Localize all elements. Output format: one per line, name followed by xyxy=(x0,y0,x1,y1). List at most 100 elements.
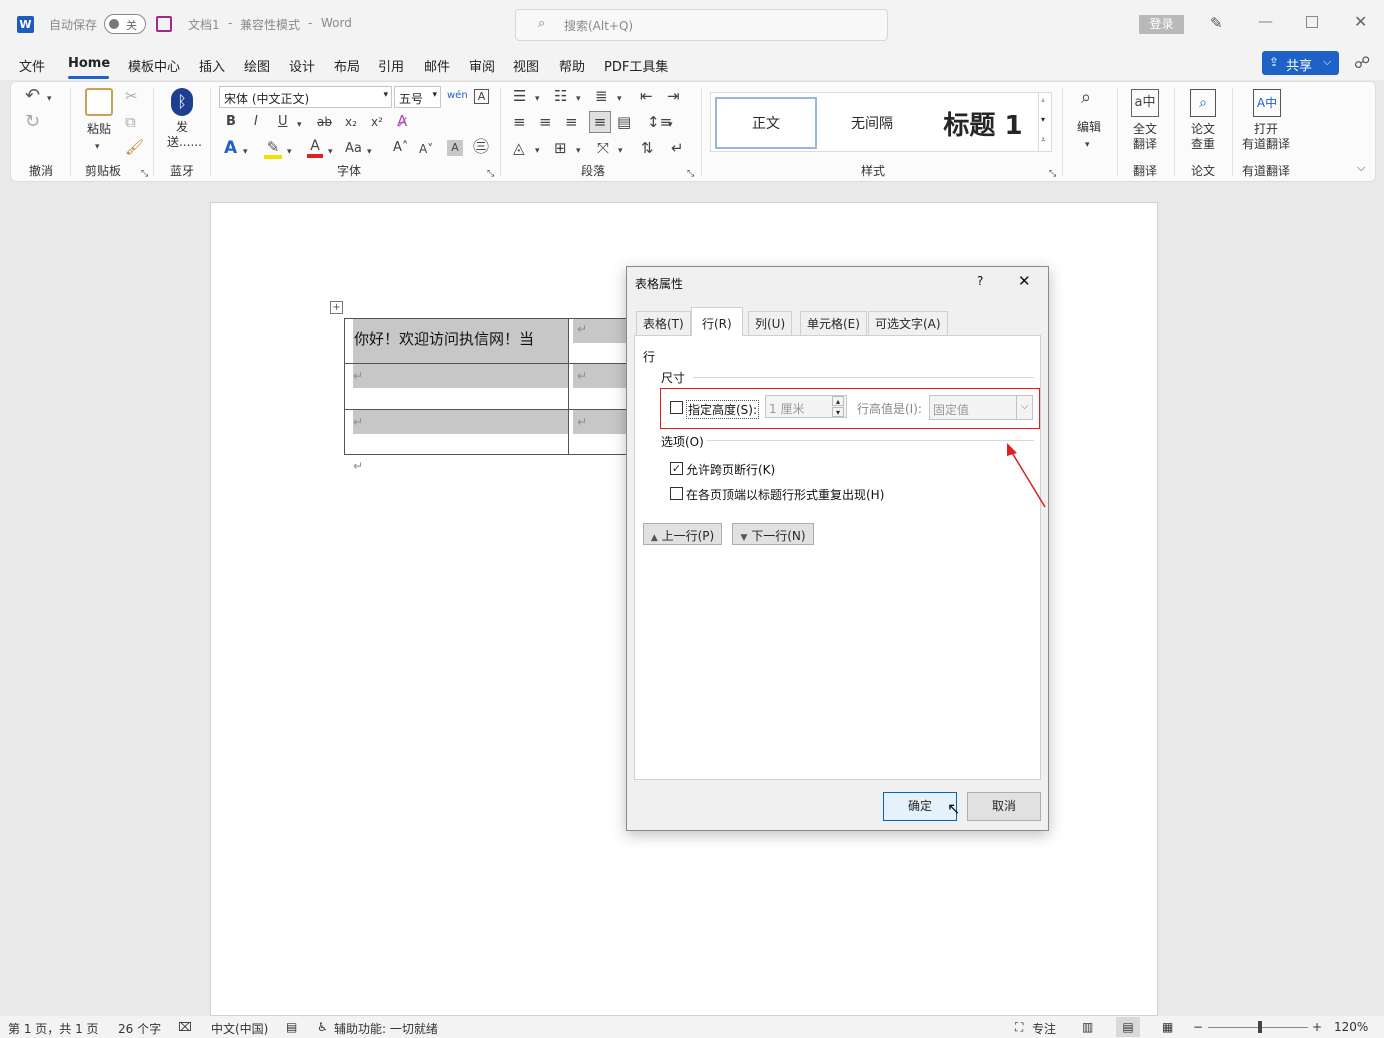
table-cell[interactable]: ↵ xyxy=(344,363,569,410)
accessibility-icon[interactable]: ♿ xyxy=(317,1020,328,1034)
proofing-icon[interactable]: ⌧ xyxy=(178,1020,192,1034)
sort-icon[interactable]: ⇅ xyxy=(641,140,654,156)
format-painter-icon[interactable]: 🖌 xyxy=(125,139,144,155)
accessibility-status[interactable]: 辅助功能: 一切就绪 xyxy=(334,1020,438,1037)
tab-layout[interactable]: 布局 xyxy=(334,56,360,75)
tab-review[interactable]: 审阅 xyxy=(469,56,495,75)
font-name-select[interactable]: 宋体 (中文正文) ▾ xyxy=(219,86,392,108)
italic-icon[interactable]: I xyxy=(254,114,258,130)
tab-draw[interactable]: 绘图 xyxy=(244,56,270,75)
borders-icon[interactable]: ⊞ xyxy=(554,140,567,156)
shrink-font-icon[interactable]: A˅ xyxy=(419,141,433,157)
tab-home[interactable]: Home xyxy=(68,56,110,71)
numbering-icon[interactable]: ☷ xyxy=(554,88,567,104)
table-move-handle-icon[interactable]: + xyxy=(330,301,343,314)
style-normal[interactable]: 正文 xyxy=(715,97,817,149)
allow-row-break-label[interactable]: 允许跨页断行(K) xyxy=(686,461,775,478)
align-left-icon[interactable]: ≡ xyxy=(513,114,526,130)
show-marks-icon[interactable]: ↵ xyxy=(671,140,684,156)
underline-icon[interactable]: U xyxy=(278,114,288,130)
font-size-select[interactable]: 五号 ▾ xyxy=(394,86,441,108)
allow-row-break-checkbox[interactable]: ✓ xyxy=(670,462,683,475)
chevron-down-icon[interactable]: ▾ xyxy=(243,144,248,160)
chevron-down-icon[interactable]: ▾ xyxy=(617,91,622,107)
chevron-down-icon[interactable]: ▾ xyxy=(328,144,333,160)
bold-icon[interactable]: B xyxy=(226,114,236,130)
search-box[interactable]: ⌕ 搜索(Alt+Q) xyxy=(515,9,888,41)
focus-label[interactable]: 专注 xyxy=(1032,1020,1056,1037)
repeat-header-checkbox[interactable] xyxy=(670,487,683,500)
undo-icon[interactable]: ↶ xyxy=(25,87,40,105)
dialog-launcher-icon[interactable]: ⤡ xyxy=(141,166,148,182)
tab-template-center[interactable]: 模板中心 xyxy=(128,56,180,75)
strikethrough-icon[interactable]: ab xyxy=(317,114,332,130)
style-no-spacing[interactable]: 无间隔 xyxy=(821,97,923,149)
table-cell[interactable]: ↵ xyxy=(568,363,629,410)
minimize-icon[interactable]: — xyxy=(1258,12,1273,30)
chevron-down-icon[interactable]: ▾ xyxy=(668,117,673,133)
zoom-in-icon[interactable]: + xyxy=(1312,1020,1322,1034)
login-button[interactable]: 登录 xyxy=(1139,15,1184,34)
share-button[interactable]: ⇪ 共享 ⌵ xyxy=(1262,51,1339,75)
bluetooth-icon[interactable]: ᛒ xyxy=(171,88,193,116)
character-border-icon[interactable]: A xyxy=(474,89,489,104)
tab-insert[interactable]: 插入 xyxy=(199,56,225,75)
chevron-down-icon[interactable]: ▾ xyxy=(535,91,540,107)
tab-alt-text[interactable]: 可选文字(A) xyxy=(868,311,948,335)
chevron-down-icon[interactable]: ▾ xyxy=(297,117,302,133)
phonetic-guide-icon[interactable]: wén xyxy=(447,88,468,104)
style-heading-1[interactable]: 标题 1 xyxy=(927,97,1039,149)
text-effects-icon[interactable]: A xyxy=(224,140,237,157)
focus-icon[interactable]: ⛶ xyxy=(1015,1020,1023,1035)
send-label[interactable]: 送...... xyxy=(167,135,202,150)
table-cell[interactable]: ↵ xyxy=(568,409,629,455)
ok-button[interactable]: 确定 xyxy=(883,792,957,821)
tab-cell[interactable]: 单元格(E) xyxy=(800,311,867,335)
table-cell[interactable]: 你好！欢迎访问执信网！当 xyxy=(344,318,569,364)
tab-help[interactable]: 帮助 xyxy=(559,56,585,75)
chevron-down-icon[interactable]: ▾ xyxy=(287,144,292,160)
full-translate-label[interactable]: 全文 xyxy=(1133,122,1157,137)
dialog-launcher-icon[interactable]: ⤡ xyxy=(487,166,494,182)
comments-icon[interactable]: ☍ xyxy=(1354,53,1370,72)
repeat-header-label[interactable]: 在各页顶端以标题行形式重复出现(H) xyxy=(686,486,884,503)
copy-icon[interactable]: ⧉ xyxy=(125,114,136,130)
youdao-translate-icon[interactable]: A中 xyxy=(1253,89,1281,117)
chevron-down-icon[interactable]: ▾ xyxy=(47,91,52,107)
more-styles-icon[interactable]: ⩡ xyxy=(1041,135,1046,145)
superscript-icon[interactable]: x² xyxy=(371,114,383,130)
chevron-down-icon[interactable]: ▾ xyxy=(618,143,623,159)
tab-design[interactable]: 设计 xyxy=(289,56,315,75)
font-color-icon[interactable]: A xyxy=(307,138,323,158)
find-icon[interactable]: ⌕ xyxy=(1081,89,1091,107)
collapse-ribbon-icon[interactable]: ⌵ xyxy=(1357,160,1365,176)
zoom-level[interactable]: 120% xyxy=(1334,1020,1368,1034)
help-icon[interactable]: ? xyxy=(977,274,983,288)
full-translate-label[interactable]: 翻译 xyxy=(1133,137,1157,152)
increase-indent-icon[interactable]: ⇥ xyxy=(667,88,680,104)
next-row-button[interactable]: ▼ 下一行(N) xyxy=(732,523,814,545)
tab-column[interactable]: 列(U) xyxy=(748,311,793,335)
table-cell[interactable]: ↵ xyxy=(568,318,629,364)
table-cell[interactable]: ↵ xyxy=(344,409,569,455)
change-case-icon[interactable]: Aa xyxy=(345,141,362,157)
tab-table[interactable]: 表格(T) xyxy=(636,311,691,335)
zoom-slider-thumb[interactable] xyxy=(1258,1021,1262,1033)
previous-row-button[interactable]: ▲ 上一行(P) xyxy=(643,523,722,545)
dialog-launcher-icon[interactable]: ⤡ xyxy=(687,166,694,182)
tab-view[interactable]: 视图 xyxy=(513,56,539,75)
paper-check-label[interactable]: 查重 xyxy=(1191,137,1215,152)
close-icon[interactable]: ✕ xyxy=(1354,12,1367,31)
close-icon[interactable]: ✕ xyxy=(1018,272,1031,290)
zoom-out-icon[interactable]: − xyxy=(1193,1020,1203,1034)
bullets-icon[interactable]: ☰ xyxy=(513,88,526,104)
character-shading-icon[interactable]: A xyxy=(447,140,463,156)
align-center-icon[interactable]: ≡ xyxy=(539,114,552,130)
youdao-label[interactable]: 打开 xyxy=(1254,122,1278,137)
macro-icon[interactable]: ▤ xyxy=(286,1020,297,1034)
chevron-down-icon[interactable]: ▾ xyxy=(576,91,581,107)
align-right-icon[interactable]: ≡ xyxy=(565,114,578,130)
chevron-down-icon[interactable]: ▾ xyxy=(576,143,581,159)
web-layout-icon[interactable]: ▦ xyxy=(1162,1020,1173,1034)
subscript-icon[interactable]: x₂ xyxy=(345,114,357,130)
